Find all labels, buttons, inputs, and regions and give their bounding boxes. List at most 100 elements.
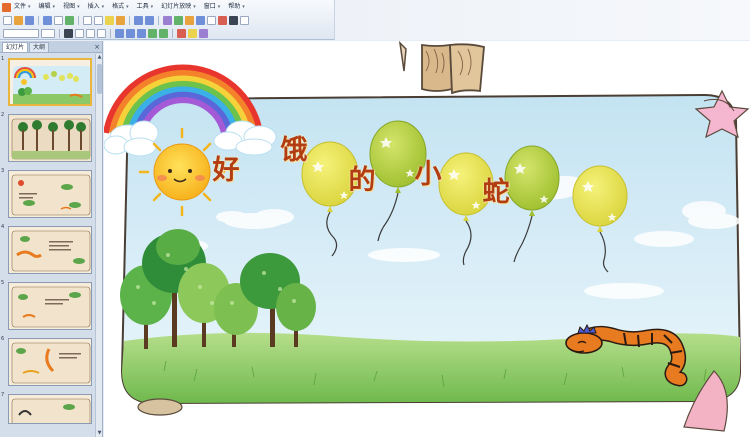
chevron-down-icon: ▾ <box>52 4 56 10</box>
chevron-down-icon: ▾ <box>126 4 129 10</box>
bullets-icon[interactable] <box>159 28 168 38</box>
shadow-icon[interactable] <box>97 28 106 38</box>
font-size-select-icon[interactable] <box>41 28 55 38</box>
slide-thumbnail[interactable] <box>8 114 92 162</box>
cut-icon[interactable] <box>83 15 92 25</box>
menu-view[interactable]: 视图 ▾ <box>60 1 85 13</box>
chevron-down-icon: ▾ <box>150 4 154 10</box>
thumbnail-preview <box>10 60 90 104</box>
slide-thumbnail[interactable] <box>8 394 92 424</box>
format-painter-icon[interactable] <box>116 15 125 25</box>
slide-thumbnail[interactable] <box>8 226 92 274</box>
help-icon[interactable] <box>240 15 249 25</box>
slide-number: 5 <box>1 280 5 286</box>
menu-insert[interactable]: 插入 ▾ <box>85 1 110 13</box>
menu-slideshow[interactable]: 幻灯片放映 ▾ <box>158 1 201 13</box>
slide-thumbnail[interactable] <box>8 338 92 386</box>
thumbnail-preview <box>9 115 91 161</box>
formatting-toolbar <box>0 27 208 39</box>
thumbnail-preview <box>9 171 91 217</box>
slide-thumbnail[interactable] <box>8 170 92 218</box>
slide-number: 1 <box>1 56 5 62</box>
scroll-up-icon[interactable]: ▲ <box>96 54 103 61</box>
slide-canvas[interactable]: 好 饿 的 小 蛇 <box>104 41 750 437</box>
menu-insert-label: 插入 <box>87 3 100 10</box>
title-char[interactable]: 小 <box>402 161 454 188</box>
title-char[interactable]: 好 <box>200 157 252 184</box>
print-preview-icon[interactable] <box>54 15 63 25</box>
align-left-icon[interactable] <box>115 28 124 38</box>
scroll-thumb[interactable] <box>97 64 102 94</box>
toolbar-divider <box>110 28 111 38</box>
picture-icon[interactable] <box>196 15 205 25</box>
undo-icon[interactable] <box>134 15 143 25</box>
slide-thumbnail[interactable] <box>8 282 92 330</box>
menu-edit[interactable]: 编辑 ▾ <box>36 1 61 13</box>
title-char[interactable]: 的 <box>336 167 388 194</box>
thumbnail-preview <box>9 227 91 273</box>
design-icon[interactable] <box>188 28 197 38</box>
menu-file[interactable]: 文件 ▾ <box>11 1 36 13</box>
slide-thumbnail[interactable] <box>8 58 92 106</box>
title-char[interactable]: 饿 <box>268 137 320 164</box>
table-icon[interactable] <box>174 15 183 25</box>
menu-window-label: 窗口 <box>203 3 216 10</box>
title-char[interactable]: 蛇 <box>470 179 522 206</box>
zoom-icon[interactable] <box>229 15 238 25</box>
font-select-icon[interactable] <box>3 28 39 38</box>
thumbnail-preview <box>9 339 91 385</box>
slide-artwork <box>104 41 750 432</box>
tab-outline[interactable]: 大纲 <box>29 42 50 52</box>
standard-toolbar <box>0 14 249 26</box>
save-icon[interactable] <box>25 15 34 25</box>
close-icon[interactable]: × <box>94 42 100 52</box>
slide-thumbnail-row: 6 <box>0 336 96 388</box>
chart-icon[interactable] <box>185 15 194 25</box>
menu-help-label: 帮助 <box>228 3 241 10</box>
tab-slides[interactable]: 幻灯片 <box>2 42 29 52</box>
slide-thumbnail-row: 4 <box>0 224 96 276</box>
chevron-down-icon: ▾ <box>242 4 245 10</box>
toolbar-divider <box>129 15 130 25</box>
chevron-down-icon: ▾ <box>193 4 196 10</box>
numbering-icon[interactable] <box>148 28 157 38</box>
font-color-icon[interactable] <box>177 28 186 38</box>
menu-tools[interactable]: 工具 ▾ <box>134 1 159 13</box>
spellcheck-icon[interactable] <box>65 15 74 25</box>
underline-icon[interactable] <box>86 28 95 38</box>
slide-number: 2 <box>1 112 5 118</box>
ribbon-toolbar: 文件 ▾ 编辑 ▾ 视图 ▾ 插入 ▾ 格式 ▾ 工具 ▾ 幻灯片放映 ▾ 窗口 ▾ 帮助 ▾ <box>0 0 750 40</box>
app-logo-icon[interactable] <box>2 2 11 12</box>
chevron-down-icon: ▾ <box>101 4 105 10</box>
paste-icon[interactable] <box>105 15 114 25</box>
hyperlink-icon[interactable] <box>163 15 172 25</box>
align-center-icon[interactable] <box>126 28 135 38</box>
menu-file-label: 文件 <box>14 3 27 10</box>
italic-icon[interactable] <box>75 28 84 38</box>
print-icon[interactable] <box>43 15 52 25</box>
pane-scrollbar[interactable]: ▲ ▼ <box>95 54 102 437</box>
slide-thumbnail-row: 3 <box>0 168 96 220</box>
chevron-down-icon: ▾ <box>217 4 221 10</box>
new-doc-icon[interactable] <box>3 15 12 25</box>
new-slide-icon[interactable] <box>199 28 208 38</box>
menu-format[interactable]: 格式 ▾ <box>109 1 134 13</box>
pane-tabs: 幻灯片 大纲 × <box>0 41 102 53</box>
open-folder-icon[interactable] <box>14 15 23 25</box>
menu-window[interactable]: 窗口 ▾ <box>201 1 226 13</box>
align-right-icon[interactable] <box>137 28 146 38</box>
redo-icon[interactable] <box>145 15 154 25</box>
textbox-icon[interactable] <box>207 15 216 25</box>
chevron-down-icon: ▾ <box>77 4 80 10</box>
slides-pane: 幻灯片 大纲 × 1 2 3 4 5 6 7 ▲ ▼ <box>0 41 103 437</box>
menu-help[interactable]: 帮助 ▾ <box>225 1 250 13</box>
wooden-sign-frame <box>398 41 485 95</box>
toolbar-divider <box>59 28 60 38</box>
scroll-down-icon[interactable]: ▼ <box>96 430 103 437</box>
menu-edit-label: 编辑 <box>38 3 51 10</box>
bold-icon[interactable] <box>64 28 73 38</box>
slide-number: 4 <box>1 224 5 230</box>
shapes-icon[interactable] <box>218 15 227 25</box>
copy-icon[interactable] <box>94 15 103 25</box>
menu-bar: 文件 ▾ 编辑 ▾ 视图 ▾ 插入 ▾ 格式 ▾ 工具 ▾ 幻灯片放映 ▾ 窗口 ▾ 帮助 ▾ <box>0 0 250 14</box>
